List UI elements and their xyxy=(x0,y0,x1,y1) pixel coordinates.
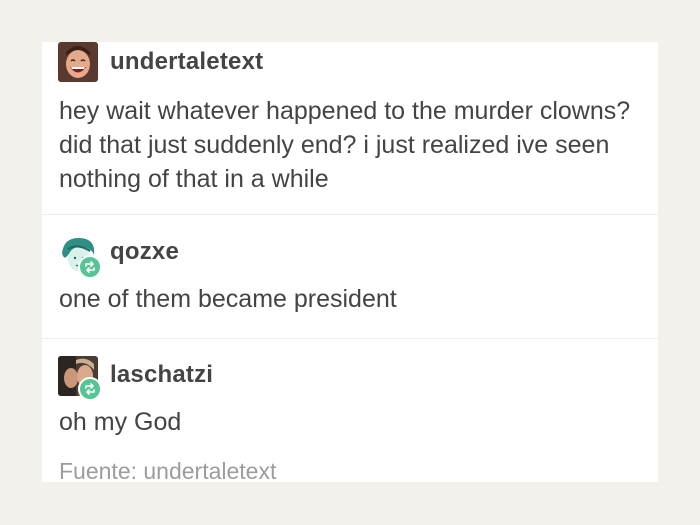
post-body: one of them became president xyxy=(59,285,397,313)
reblog-icon xyxy=(78,377,102,401)
post-body: hey wait whatever happened to the murder… xyxy=(59,97,631,193)
post-username[interactable]: laschatzi xyxy=(110,361,213,389)
post-qozxe: qozxe one of them became president xyxy=(42,215,658,339)
post-body: oh my God xyxy=(59,408,182,436)
post-username[interactable]: undertaletext xyxy=(110,48,263,76)
source-link[interactable]: Fuente: undertaletext xyxy=(59,458,276,482)
reblog-thread-card: undertaletext hey wait whatever happened… xyxy=(42,42,658,482)
reblog-icon xyxy=(78,255,102,279)
undertaletext-avatar[interactable] xyxy=(58,42,98,82)
post-undertaletext: undertaletext hey wait whatever happened… xyxy=(42,42,658,215)
post-username[interactable]: qozxe xyxy=(110,238,179,266)
